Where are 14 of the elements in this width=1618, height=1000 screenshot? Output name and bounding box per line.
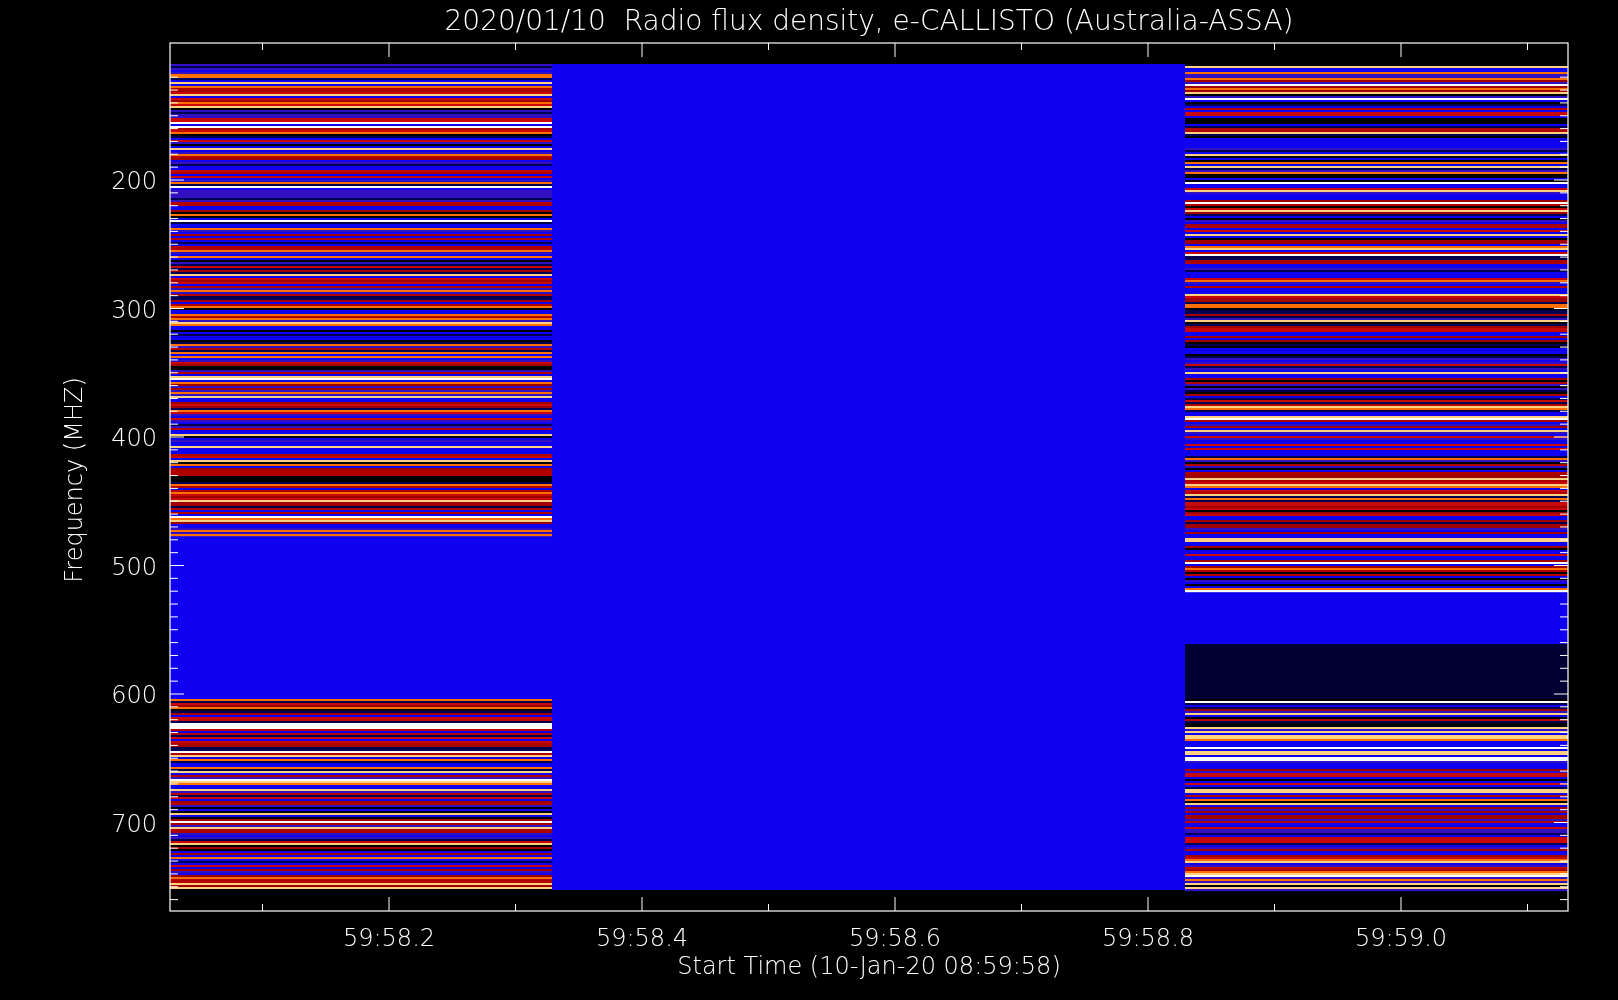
x-tick-label: 59:58.6 (848, 924, 942, 952)
x-tick-label: 59:59.0 (1354, 924, 1448, 952)
x-tick-label: 59:58.2 (342, 924, 436, 952)
chart-title: 2020/01/10 Radio flux density, e-CALLISTO (Australia-ASSA) (444, 4, 1294, 37)
y-tick-label: 600 (111, 681, 157, 709)
x-tick-label: 59:58.8 (1101, 924, 1195, 952)
x-tick-label: 59:58.4 (595, 924, 689, 952)
y-tick-label: 500 (111, 552, 157, 581)
y-tick-label: 200 (111, 167, 157, 195)
y-axis-title: Frequency (MHZ) (60, 377, 88, 583)
x-axis-title: Start Time (10-Jan-20 08:59:58) (677, 952, 1061, 980)
y-tick-label: 300 (111, 295, 157, 324)
y-tick-label: 400 (111, 424, 157, 452)
y-tick-label: 700 (111, 809, 157, 838)
